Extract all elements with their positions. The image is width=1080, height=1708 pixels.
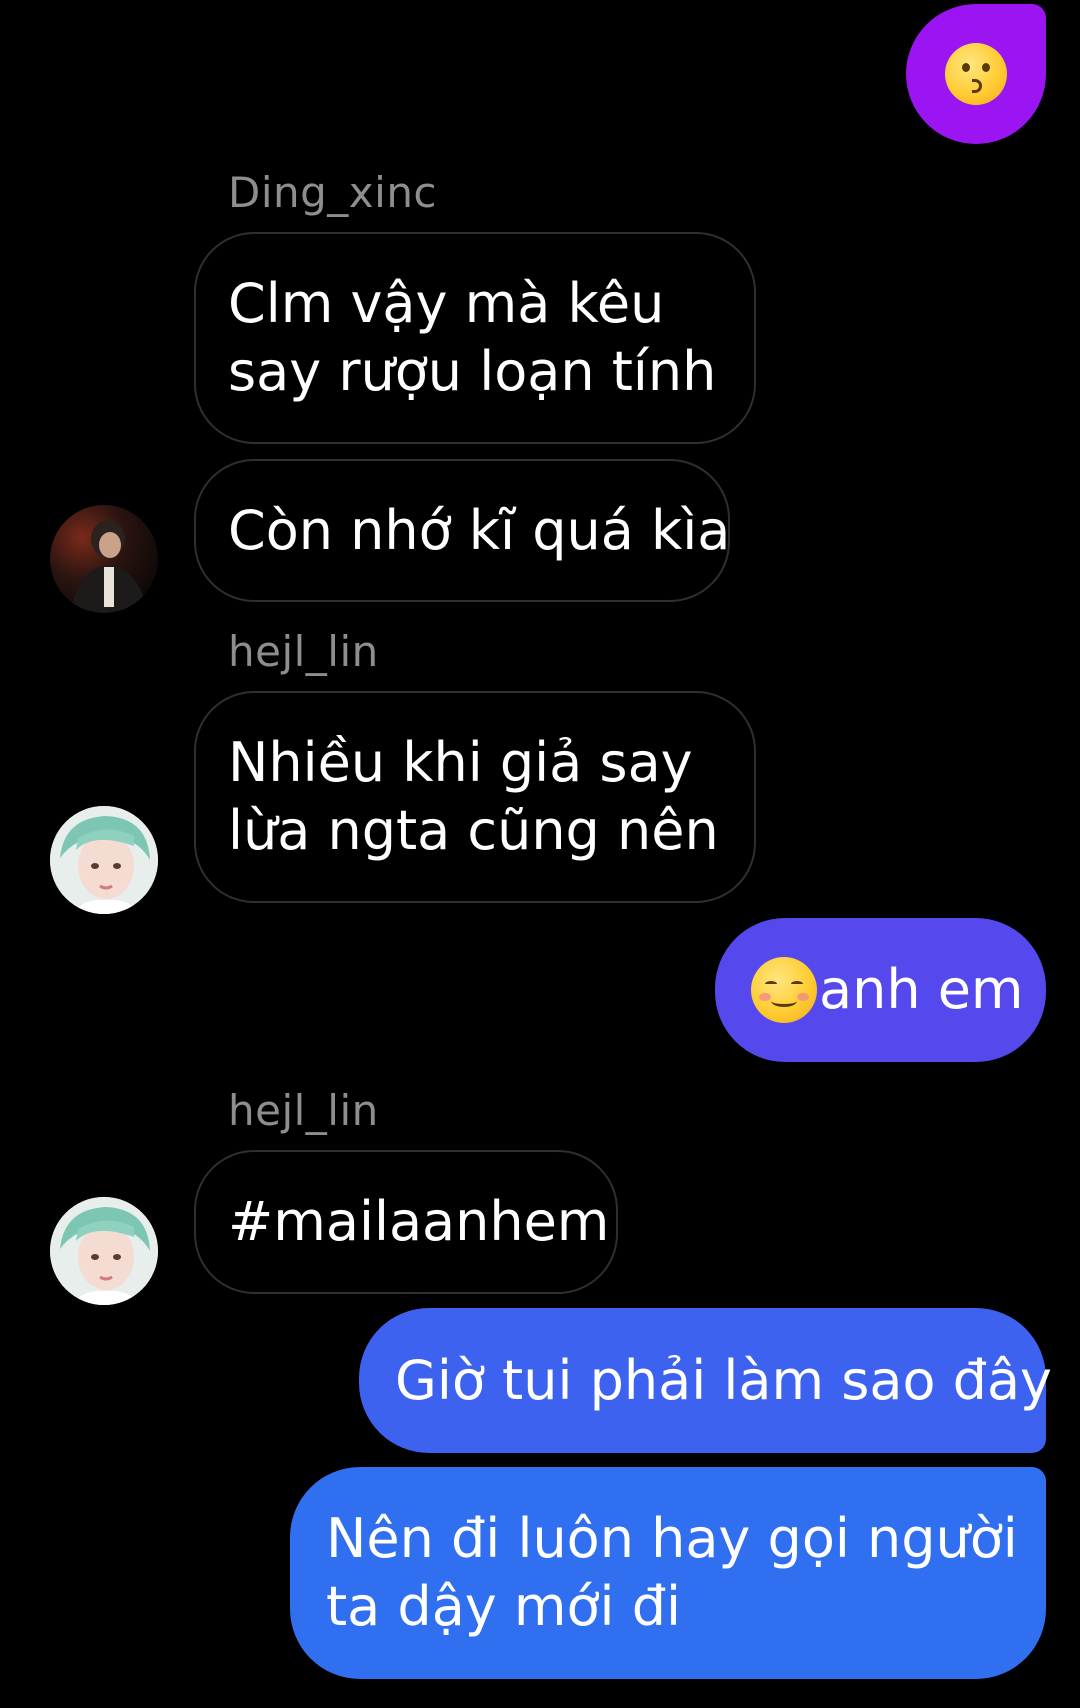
- message-text: anh em: [819, 958, 1024, 1021]
- message-line: Clm vậy mà kêu: [228, 272, 665, 335]
- chat-thread: Ding_xinc Clm vậy mà kêu say rượu loạn t…: [0, 0, 1080, 1708]
- incoming-message[interactable]: Clm vậy mà kêu say rượu loạn tính: [194, 232, 756, 444]
- message-line: Giờ tui phải làm sao đây: [395, 1348, 1052, 1412]
- message-line: say rượu loạn tính: [228, 340, 717, 403]
- sender-name: hejl_lin: [228, 1086, 379, 1135]
- outgoing-message[interactable]: Nên đi luôn hay gọi người ta dậy mới đi: [290, 1467, 1046, 1679]
- avatar-ding-xinc[interactable]: [50, 505, 158, 613]
- message-line: lừa ngta cũng nên: [228, 799, 719, 862]
- incoming-message[interactable]: #mailaanhem: [194, 1150, 618, 1294]
- kissing-face-icon: [945, 43, 1007, 105]
- avatar-photo: [50, 1197, 158, 1305]
- avatar-hejl-lin[interactable]: [50, 1197, 158, 1305]
- message-line: Còn nhớ kĩ quá kìa: [228, 498, 731, 562]
- sender-name: hejl_lin: [228, 627, 379, 676]
- incoming-message[interactable]: Còn nhớ kĩ quá kìa: [194, 459, 730, 602]
- message-line: Nhiều khi giả say: [228, 731, 693, 794]
- avatar-hejl-lin[interactable]: [50, 806, 158, 914]
- smiling-face-with-blush-icon: [751, 957, 817, 1023]
- outgoing-emoji-message[interactable]: [906, 4, 1046, 144]
- outgoing-message[interactable]: anh em: [715, 918, 1046, 1062]
- message-line: Nên đi luôn hay gọi người: [326, 1507, 1018, 1570]
- avatar-photo: [50, 806, 158, 914]
- incoming-message[interactable]: Nhiều khi giả say lừa ngta cũng nên: [194, 691, 756, 903]
- message-line: #mailaanhem: [228, 1190, 610, 1253]
- outgoing-message[interactable]: Giờ tui phải làm sao đây: [359, 1308, 1052, 1453]
- sender-name: Ding_xinc: [228, 168, 438, 217]
- message-line: ta dậy mới đi: [326, 1575, 682, 1638]
- avatar-photo: [70, 520, 148, 613]
